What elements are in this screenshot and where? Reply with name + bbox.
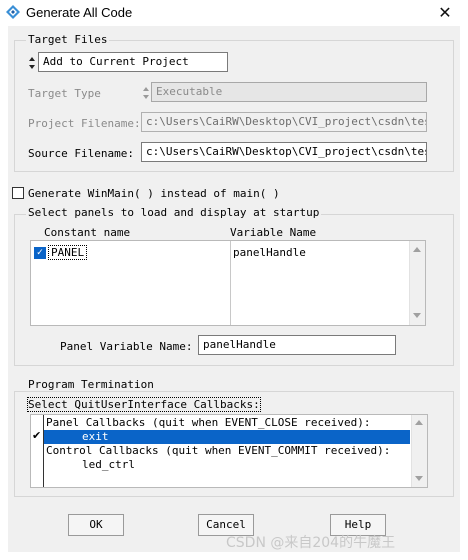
panels-legend: Select panels to load and display at sta… [26,206,322,219]
col-constant-header: Constant name [44,226,131,239]
spin-down-icon [143,95,149,99]
project-filename-field: c:\Users\CaiRW\Desktop\CVI_project\csdn\… [141,112,427,132]
termination-legend: Program Termination [26,378,156,391]
target-files-legend: Target Files [26,33,110,46]
list-item-label: exit [82,430,109,443]
scroll-up-icon[interactable] [415,420,423,425]
target-type-spinner [142,83,151,103]
check-mark-icon: ✔ [32,429,42,442]
winmain-checkbox[interactable] [12,187,24,199]
scroll-down-icon[interactable] [415,476,423,481]
panels-table[interactable]: ✓ PANEL panelHandle [30,240,426,326]
panel-var-field[interactable]: panelHandle [198,335,396,355]
col-variable-header: Variable Name [230,226,317,239]
row-variable[interactable]: panelHandle [233,246,306,259]
table-row[interactable]: ✓ PANEL panelHandle [31,245,409,261]
source-filename-field[interactable]: c:\Users\CaiRW\Desktop\CVI_project\csdn\… [141,142,427,162]
mode-spinner[interactable] [28,53,37,73]
list-item-label: Panel Callbacks (quit when EVENT_CLOSE r… [46,416,371,429]
list-item[interactable]: exit [44,430,410,444]
mode-field[interactable]: Add to Current Project [38,52,228,72]
row-constant[interactable]: PANEL [47,245,88,260]
scroll-up-icon[interactable] [413,247,421,252]
callbacks-scrollbar[interactable] [411,415,427,487]
close-icon[interactable]: ✕ [434,2,456,24]
scroll-down-icon[interactable] [413,313,421,318]
app-icon [6,5,20,19]
project-filename-label: Project Filename: [28,117,141,130]
callbacks-list[interactable]: Panel Callbacks (quit when EVENT_CLOSE r… [30,414,428,488]
target-type-field: Executable [151,82,427,102]
window-title: Generate All Code [26,5,133,20]
list-item-label: Control Callbacks (quit when EVENT_COMMI… [46,444,391,457]
list-item-label: led_ctrl [82,458,135,471]
list-item[interactable]: Panel Callbacks (quit when EVENT_CLOSE r… [44,416,410,430]
title-bar: Generate All Code ✕ [0,0,468,26]
target-type-label: Target Type [28,87,101,100]
panels-scrollbar[interactable] [409,241,425,325]
ok-button[interactable]: OK [68,514,124,536]
list-item[interactable]: led_ctrl [44,458,410,472]
spin-up-icon[interactable] [29,57,35,61]
source-filename-label: Source Filename: [28,147,134,160]
callbacks-select-label: Select QuitUserInterface Callbacks: [27,397,261,412]
panel-var-label: Panel Variable Name: [60,340,193,353]
watermark-text: CSDN @来自204的牛魔王 [226,535,396,551]
row-checkbox[interactable]: ✓ [34,247,46,259]
list-item[interactable]: Control Callbacks (quit when EVENT_COMMI… [44,444,410,458]
winmain-label[interactable]: Generate WinMain( ) instead of main( ) [28,187,280,200]
spin-up-icon [143,87,149,91]
spin-down-icon[interactable] [29,65,35,69]
